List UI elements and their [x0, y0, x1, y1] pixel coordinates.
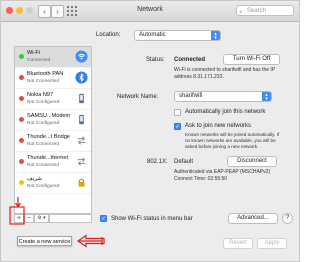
annotation-down-arrow-icon: [14, 197, 22, 208]
annotation-overlay: [9, 197, 105, 248]
annotation-box: [9, 206, 25, 225]
annotation-left-arrow-icon: [76, 234, 105, 248]
